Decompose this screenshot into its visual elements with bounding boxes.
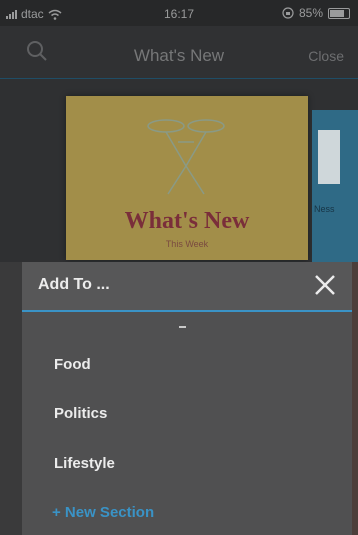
add-to-sheet-header: Add To ...	[22, 262, 352, 312]
new-section-button[interactable]: + New Section	[52, 504, 154, 521]
cover-title: What's New	[124, 208, 250, 234]
status-bar: dtac 16:17 85%	[0, 0, 358, 26]
cover-subtitle: This Week	[165, 239, 209, 249]
close-button[interactable]: Close	[308, 48, 344, 64]
section-item-lifestyle[interactable]: Lifestyle	[54, 455, 115, 472]
nav-bar: What's New Close	[0, 26, 358, 79]
add-to-sheet-body: Food Politics Lifestyle + New Section	[22, 312, 352, 535]
orientation-lock-icon	[282, 7, 294, 19]
sheet-title: Add To ...	[38, 276, 110, 293]
side-card-label: Ness	[314, 204, 335, 214]
status-right: 85%	[282, 6, 350, 20]
section-item-politics[interactable]: Politics	[54, 405, 107, 422]
side-card-thumbnail	[318, 130, 340, 184]
battery-percent: 85%	[298, 6, 323, 20]
battery-icon	[328, 7, 350, 19]
dim-overlay-right	[352, 262, 358, 535]
page-title: What's New	[133, 46, 225, 65]
side-card[interactable]: Ness	[312, 110, 358, 262]
dim-overlay-left	[0, 262, 22, 535]
battery-fill	[330, 9, 344, 17]
drag-handle[interactable]	[179, 326, 186, 328]
close-icon[interactable]	[312, 272, 338, 298]
illustration-icon	[147, 119, 225, 195]
cover-card[interactable]: What's New This Week	[66, 96, 308, 260]
section-item-food[interactable]: Food	[54, 356, 91, 373]
